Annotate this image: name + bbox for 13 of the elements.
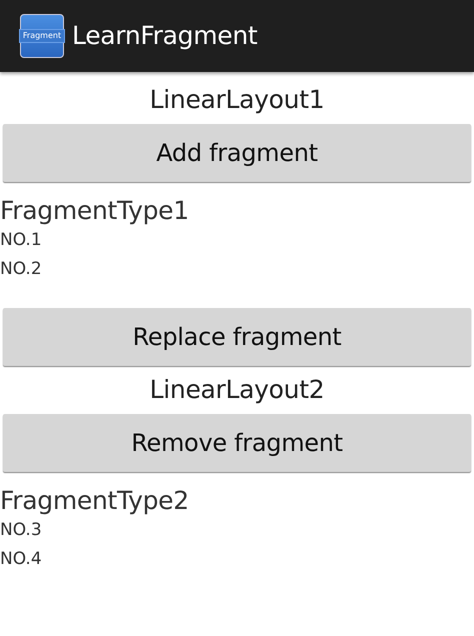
- fragment-button[interactable]: Remove fragment: [3, 414, 471, 472]
- fragment-text: NO.1: [0, 229, 43, 252]
- fragment-text: NO.4: [0, 548, 43, 571]
- fragment-title: FragmentType1: [0, 196, 190, 226]
- fragment-text: NO.2: [0, 258, 43, 281]
- fragment-button[interactable]: Add fragment: [3, 124, 471, 182]
- app-title: LearnFragment: [72, 20, 258, 52]
- app-icon-label: Fragment: [18, 29, 66, 43]
- fragment-text: NO.3: [0, 519, 43, 542]
- fragment-title: FragmentType2: [0, 486, 190, 516]
- fragment-button[interactable]: Replace fragment: [3, 308, 471, 366]
- layout-heading: LinearLayout1: [148, 84, 326, 116]
- layout-heading: LinearLayout2: [148, 374, 326, 406]
